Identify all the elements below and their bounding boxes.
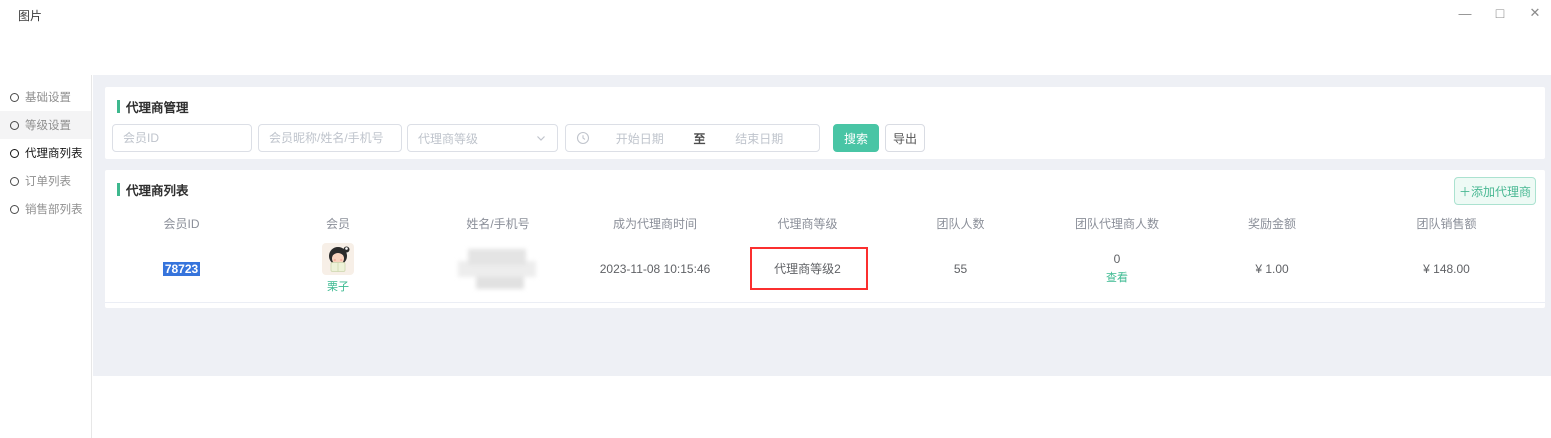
agent-list-section-title-text: 代理商列表 bbox=[126, 180, 189, 199]
column-header-member-id: 会员ID bbox=[105, 215, 258, 232]
main-content: 代理商管理 代理商等级 开始日期 至 结束日期 搜索 导出 bbox=[93, 75, 1551, 376]
section-bar bbox=[117, 183, 120, 196]
filter-card: 代理商管理 代理商等级 开始日期 至 结束日期 搜索 导出 bbox=[105, 87, 1545, 159]
sidebar-item-order-list[interactable]: 订单列表 bbox=[0, 167, 91, 195]
agent-list-card: 代理商列表 ＋添加代理商 会员ID 会员 姓名/手机号 成为代理商时间 代理商等… bbox=[105, 170, 1545, 308]
table-header-row: 会员ID 会员 姓名/手机号 成为代理商时间 代理商等级 团队人数 团队代理商人… bbox=[105, 211, 1545, 235]
join-time-cell: 2023-11-08 10:15:46 bbox=[578, 262, 732, 276]
radio-icon bbox=[10, 149, 19, 158]
sidebar-item-level-settings[interactable]: 等级设置 bbox=[0, 111, 91, 139]
column-header-team-count: 团队人数 bbox=[883, 215, 1038, 232]
agent-list-section-title: 代理商列表 bbox=[105, 180, 1545, 199]
chevron-down-icon bbox=[535, 132, 547, 144]
close-icon[interactable]: ✕ bbox=[1525, 4, 1545, 22]
column-header-team-sales: 团队销售额 bbox=[1348, 215, 1545, 232]
section-bar bbox=[117, 100, 120, 113]
filter-section-title: 代理商管理 bbox=[117, 97, 1533, 116]
filter-section-title-text: 代理商管理 bbox=[126, 97, 189, 116]
column-header-name-phone: 姓名/手机号 bbox=[418, 215, 578, 232]
agent-level-select-placeholder: 代理商等级 bbox=[418, 130, 478, 147]
column-header-join-time: 成为代理商时间 bbox=[578, 215, 732, 232]
export-button[interactable]: 导出 bbox=[885, 124, 925, 152]
radio-icon bbox=[10, 121, 19, 130]
member-search-input[interactable] bbox=[258, 124, 402, 152]
name-phone-cell bbox=[418, 247, 578, 291]
member-nickname: 栗子 bbox=[327, 278, 349, 294]
table-row: 78723 栗子 2023- bbox=[105, 235, 1545, 303]
agent-level-cell: 代理商等级2 bbox=[732, 260, 883, 277]
end-date-placeholder: 结束日期 bbox=[710, 130, 810, 147]
agent-level-select[interactable]: 代理商等级 bbox=[407, 124, 558, 152]
team-count-cell: 55 bbox=[883, 262, 1038, 276]
team-agent-count-value: 0 bbox=[1114, 252, 1121, 266]
team-sales-cell: ¥ 148.00 bbox=[1348, 262, 1545, 276]
view-link[interactable]: 查看 bbox=[1038, 269, 1196, 285]
column-header-level: 代理商等级 bbox=[732, 215, 883, 232]
reward-amount-cell: ¥ 1.00 bbox=[1196, 262, 1348, 276]
sidebar-item-label: 等级设置 bbox=[25, 117, 71, 133]
sidebar-item-label: 基础设置 bbox=[25, 89, 71, 105]
maximize-icon[interactable]: □ bbox=[1490, 4, 1510, 22]
radio-icon bbox=[10, 177, 19, 186]
column-header-member: 会员 bbox=[258, 215, 418, 232]
redacted-name-blur bbox=[454, 247, 542, 291]
minimize-icon[interactable]: — bbox=[1455, 4, 1475, 22]
filter-row: 代理商等级 开始日期 至 结束日期 搜索 导出 bbox=[112, 124, 1533, 152]
member-id-cell: 78723 bbox=[105, 262, 258, 276]
window-title: 图片 bbox=[18, 7, 42, 24]
sidebar-item-agent-list[interactable]: 代理商列表 bbox=[0, 139, 91, 167]
sidebar: 基础设置 等级设置 代理商列表 订单列表 销售部列表 bbox=[0, 75, 92, 438]
clock-icon bbox=[576, 131, 590, 145]
date-range-picker[interactable]: 开始日期 至 结束日期 bbox=[565, 124, 820, 152]
window-controls: — □ ✕ bbox=[1455, 4, 1545, 22]
member-cell: 栗子 bbox=[258, 243, 418, 294]
sidebar-item-label: 销售部列表 bbox=[25, 201, 83, 217]
sidebar-item-label: 代理商列表 bbox=[25, 145, 83, 161]
search-button[interactable]: 搜索 bbox=[833, 124, 879, 152]
column-header-reward-amount: 奖励金额 bbox=[1196, 215, 1348, 232]
column-header-team-agent-count: 团队代理商人数 bbox=[1038, 215, 1196, 232]
member-id-value: 78723 bbox=[163, 262, 200, 276]
sidebar-item-sales-dept-list[interactable]: 销售部列表 bbox=[0, 195, 91, 223]
avatar bbox=[322, 243, 354, 275]
start-date-placeholder: 开始日期 bbox=[590, 130, 690, 147]
team-agent-count-cell: 0 查看 bbox=[1038, 252, 1196, 285]
date-separator: 至 bbox=[690, 130, 710, 147]
radio-icon bbox=[10, 93, 19, 102]
member-id-input[interactable] bbox=[112, 124, 252, 152]
sidebar-item-label: 订单列表 bbox=[25, 173, 71, 189]
radio-icon bbox=[10, 205, 19, 214]
add-agent-button[interactable]: ＋添加代理商 bbox=[1454, 177, 1536, 205]
sidebar-item-basic-settings[interactable]: 基础设置 bbox=[0, 83, 91, 111]
